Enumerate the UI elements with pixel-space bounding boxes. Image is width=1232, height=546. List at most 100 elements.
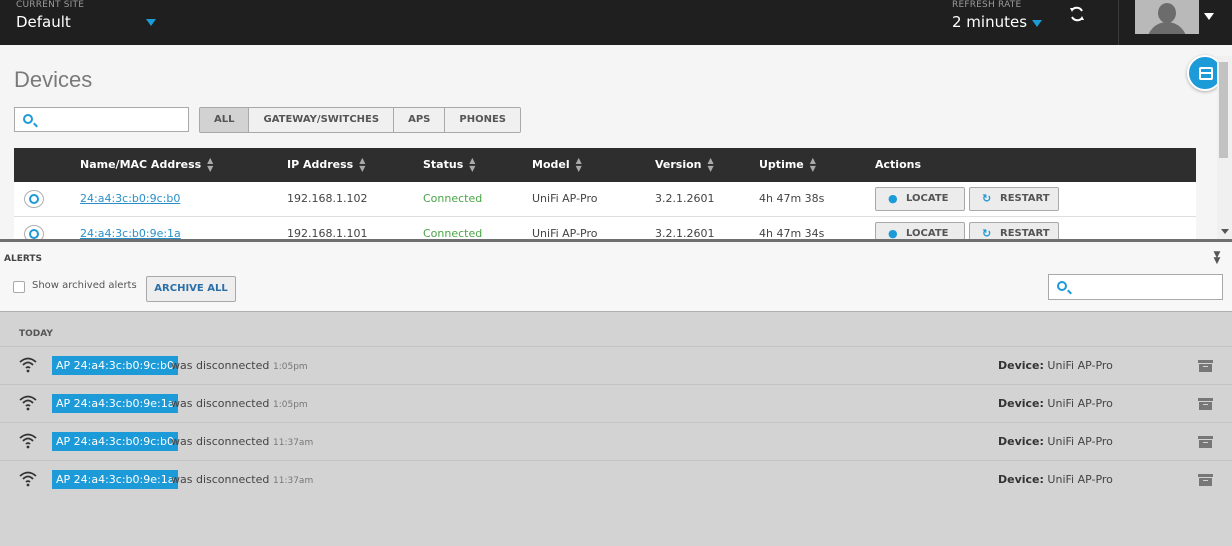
locate-label: LOCATE xyxy=(906,228,949,239)
archive-lid xyxy=(1198,474,1213,477)
alert-message: was disconnected xyxy=(171,473,270,486)
alert-time: 11:37am xyxy=(273,438,314,448)
column-header-version[interactable]: Version ▲ ▼ xyxy=(655,148,714,182)
device-status: Connected xyxy=(423,227,483,240)
device-name-link[interactable]: 24:a4:3c:b0:9c:b0 xyxy=(80,182,180,216)
map-pin-icon: ● xyxy=(888,192,898,205)
sort-icon: ▲ ▼ xyxy=(469,156,476,173)
device-badge[interactable]: AP 24:a4:3c:b0:9c:b0 xyxy=(52,432,178,451)
column-label: Version xyxy=(655,158,702,171)
refresh-icon-svg xyxy=(1070,6,1084,22)
restart-button[interactable]: ↻ RESTART xyxy=(969,187,1059,211)
device-model: UniFi AP-Pro xyxy=(532,192,598,205)
column-header-status[interactable]: Status ▲ ▼ xyxy=(423,148,475,182)
device-label: Device: xyxy=(998,473,1044,486)
device-status: Connected xyxy=(423,192,483,205)
sort-icon: ▲ ▼ xyxy=(809,156,816,173)
device-name-link[interactable]: 24:a4:3c:b0:9e:1a xyxy=(80,217,181,240)
alerts-search-input[interactable] xyxy=(1048,274,1223,300)
column-label: IP Address xyxy=(287,158,354,171)
refresh-value[interactable]: 2 minutes xyxy=(952,11,1027,33)
site-value[interactable]: Default xyxy=(16,11,84,33)
device-label: Device: xyxy=(998,435,1044,448)
sort-icon: ▲ ▼ xyxy=(359,156,366,173)
search-icon xyxy=(1057,281,1067,291)
sort-icon: ▲ ▼ xyxy=(207,156,214,173)
avatar-body xyxy=(1147,22,1187,34)
table-row[interactable]: 24:a4:3c:b0:9c:b0 192.168.1.102 Connecte… xyxy=(14,182,1196,217)
device-value: UniFi AP-Pro xyxy=(1047,435,1113,448)
archive-box xyxy=(1199,364,1212,372)
device-label: Device: xyxy=(998,359,1044,372)
device-ip: 192.168.1.102 xyxy=(287,192,368,205)
column-header-model[interactable]: Model ▲ ▼ xyxy=(532,148,582,182)
device-value: UniFi AP-Pro xyxy=(1047,473,1113,486)
refresh-label: REFRESH RATE xyxy=(952,0,1022,10)
column-label: Uptime xyxy=(759,158,804,171)
refresh-rate-selector[interactable]: REFRESH RATE 2 minutes xyxy=(952,0,1027,33)
archive-icon[interactable] xyxy=(1198,398,1213,410)
device-label: Device: xyxy=(998,397,1044,410)
alerts-group-label: TODAY xyxy=(19,329,53,339)
restart-button[interactable]: ↻ RESTART xyxy=(969,222,1059,240)
map-pin-icon: ● xyxy=(888,227,898,240)
column-header-uptime[interactable]: Uptime ▲ ▼ xyxy=(759,148,816,182)
alert-device: Device: UniFi AP-Pro xyxy=(998,347,1113,385)
device-search-input[interactable] xyxy=(14,107,189,132)
show-archived-checkbox[interactable] xyxy=(13,281,25,293)
device-version: 3.2.1.2601 xyxy=(655,192,715,205)
column-header-ip[interactable]: IP Address ▲ ▼ xyxy=(287,148,365,182)
alert-item: AP 24:a4:3c:b0:9c:b0 was disconnected 11… xyxy=(0,422,1232,460)
site-selector[interactable]: CURRENT SITE Default xyxy=(16,0,84,33)
archive-box xyxy=(1199,440,1212,448)
collapse-icon[interactable]: ▼ ▼ xyxy=(1212,251,1222,266)
table-row[interactable]: 24:a4:3c:b0:9e:1a 192.168.1.101 Connecte… xyxy=(14,217,1196,240)
column-header-name[interactable]: Name/MAC Address ▲ ▼ xyxy=(80,148,213,182)
archive-icon[interactable] xyxy=(1198,436,1213,448)
devices-table: Name/MAC Address ▲ ▼ IP Address ▲ ▼ Status ▲ ▼… xyxy=(14,148,1196,240)
archive-all-button[interactable]: ARCHIVE ALL xyxy=(146,276,236,302)
window-icon xyxy=(1199,67,1213,80)
restart-label: RESTART xyxy=(1000,193,1050,204)
refresh-icon[interactable] xyxy=(1066,5,1088,27)
device-badge[interactable]: AP 24:a4:3c:b0:9c:b0 xyxy=(52,356,178,375)
archive-lid xyxy=(1198,360,1213,363)
restart-icon: ↻ xyxy=(982,192,992,205)
device-badge[interactable]: AP 24:a4:3c:b0:9e:1a xyxy=(52,394,179,413)
site-label: CURRENT SITE xyxy=(16,0,85,10)
scrollbar-thumb[interactable] xyxy=(1219,62,1228,158)
device-badge[interactable]: AP 24:a4:3c:b0:9e:1a xyxy=(52,470,179,489)
top-bar: CURRENT SITE Default REFRESH RATE 2 minu… xyxy=(0,0,1232,45)
locate-button[interactable]: ● LOCATE xyxy=(875,222,965,240)
topbar-divider xyxy=(1118,0,1119,45)
filter-phones[interactable]: PHONES xyxy=(445,108,520,132)
refresh-dropdown-icon[interactable] xyxy=(1032,20,1042,27)
alerts-title: ALERTS xyxy=(4,254,42,264)
archive-icon[interactable] xyxy=(1198,474,1213,486)
wifi-icon xyxy=(19,357,37,373)
filter-all[interactable]: ALL xyxy=(200,108,250,132)
sort-icon: ▲ ▼ xyxy=(707,156,714,173)
wifi-icon xyxy=(19,395,37,411)
device-value: UniFi AP-Pro xyxy=(1047,359,1113,372)
devices-scrollbar[interactable] xyxy=(1217,56,1232,240)
user-menu-chevron-icon[interactable] xyxy=(1204,13,1214,20)
avatar-head xyxy=(1158,3,1176,23)
archive-lid xyxy=(1198,436,1213,439)
show-archived-label[interactable]: Show archived alerts xyxy=(32,280,137,291)
alert-device: Device: UniFi AP-Pro xyxy=(998,423,1113,461)
filter-gateway-switches[interactable]: GATEWAY/SWITCHES xyxy=(249,108,395,132)
sort-icon: ▲ ▼ xyxy=(575,156,582,173)
filter-aps[interactable]: APS xyxy=(394,108,446,132)
device-value: UniFi AP-Pro xyxy=(1047,397,1113,410)
archive-box xyxy=(1199,478,1212,486)
alert-time: 1:05pm xyxy=(273,400,308,410)
device-uptime: 4h 47m 38s xyxy=(759,192,825,205)
site-dropdown-icon[interactable] xyxy=(146,19,156,26)
scroll-down-icon[interactable] xyxy=(1221,229,1229,234)
archive-icon[interactable] xyxy=(1198,360,1213,372)
alert-device: Device: UniFi AP-Pro xyxy=(998,385,1113,423)
device-model: UniFi AP-Pro xyxy=(532,227,598,240)
locate-button[interactable]: ● LOCATE xyxy=(875,187,965,211)
user-avatar[interactable] xyxy=(1135,0,1199,34)
